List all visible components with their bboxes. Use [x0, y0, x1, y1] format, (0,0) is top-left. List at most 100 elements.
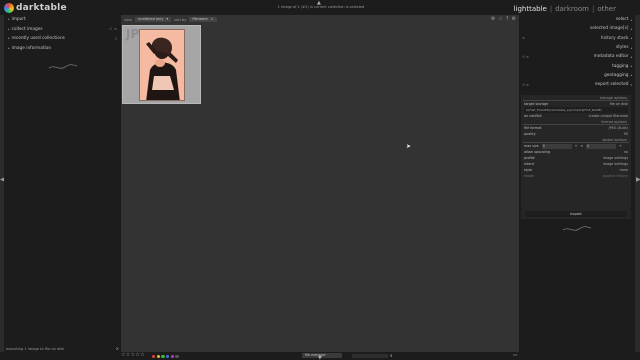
thumbnail-extension: JPG — [126, 27, 150, 41]
sort-order-icon: ↓ — [210, 17, 214, 21]
module-export-selected[interactable]: ↺ ≡ export selected ▾ — [519, 80, 635, 89]
expander-icon: ◂ — [630, 26, 632, 31]
export-button[interactable]: export — [525, 211, 627, 217]
thumbnail-image — [139, 29, 185, 101]
view-separator: | — [549, 5, 553, 13]
sort-value: filename — [192, 17, 208, 21]
view-switcher: lighttable | darkroom | other — [514, 5, 616, 13]
row-label: allow upscaling — [524, 150, 551, 154]
panel-end-ornament-icon — [562, 226, 592, 231]
yellow-label-icon[interactable] — [156, 354, 160, 358]
darktable-logo-icon — [4, 3, 14, 13]
red-label-icon[interactable] — [152, 354, 156, 358]
presets-icon[interactable]: ≡ — [114, 27, 117, 31]
module-collect-images[interactable]: ▸ collect images ↺ ≡ — [4, 25, 121, 35]
expander-icon: ◂ — [630, 73, 632, 78]
app-logo: darktable — [4, 3, 67, 13]
module-label: history stack — [600, 35, 629, 41]
max-size-row: max size 0 + × 0 + — [521, 143, 631, 149]
dropdown-icon: ▾ — [166, 17, 169, 21]
status-bar: exporting 1 image to file on disk × — [6, 346, 119, 351]
row-value: image settings — [602, 156, 628, 160]
module-styles[interactable]: styles ◂ — [519, 43, 635, 52]
collapse-bottom-arrow-icon[interactable]: ▼ — [318, 355, 322, 360]
expander-icon: ◂ — [630, 54, 632, 59]
row-label: intent — [524, 162, 534, 166]
module-label: export selected — [595, 82, 629, 88]
left-panel: ▸ import ▸ collect images ↺ ≡ ▸ recently use… — [4, 15, 121, 352]
module-label: geotagging — [604, 72, 629, 78]
reset-icon[interactable]: ↺ — [114, 37, 117, 41]
row-label: profile — [524, 156, 535, 160]
max-width-input[interactable]: 0 — [541, 143, 572, 149]
row-value: image settings — [602, 162, 628, 166]
view-darkroom[interactable]: darkroom — [555, 5, 589, 13]
reset-icon[interactable]: ↺ ≡ — [522, 55, 529, 59]
module-tagging[interactable]: tagging ◂ — [519, 61, 635, 70]
row-value: file on disk — [609, 102, 628, 106]
sort-combo[interactable]: filename ↓ — [189, 17, 217, 22]
row-label: target storage — [524, 102, 549, 106]
mouse-pointer-icon: ➤ — [406, 143, 412, 150]
expander-icon: ◂ — [630, 17, 632, 22]
display-icon[interactable]: ▭ — [513, 353, 517, 358]
increment-icon[interactable]: + — [619, 144, 622, 148]
zoom-slider[interactable] — [352, 353, 388, 358]
module-image-information[interactable]: ▸ image information — [4, 44, 121, 54]
thumbnail[interactable]: JPG — [122, 25, 201, 104]
star-icon[interactable]: ☆ — [498, 16, 502, 22]
module-import[interactable]: ▸ import — [4, 15, 121, 25]
expander-icon: ◂ — [630, 45, 632, 50]
top-tools: ⚙ ☆ ? ⚙ — [491, 16, 516, 22]
color-label-filter — [152, 354, 179, 358]
green-label-icon[interactable] — [161, 354, 165, 358]
view-lighttable[interactable]: lighttable — [514, 5, 547, 13]
view-other[interactable]: other — [597, 5, 616, 13]
module-select[interactable]: select ◂ — [519, 15, 635, 24]
expander-icon: ▾ — [630, 82, 632, 87]
module-label: metadata editor — [593, 54, 629, 60]
module-label: collect images — [11, 26, 43, 32]
row-value: append history — [602, 174, 628, 178]
reset-icon[interactable]: ↺ — [109, 27, 112, 31]
presets-icon[interactable]: ↺ ≡ — [522, 83, 529, 87]
app-title: darktable — [16, 3, 67, 13]
collection-info: 1 image of 1 (#1) in current collection … — [277, 5, 365, 9]
module-metadata-editor[interactable]: ↺ ≡ metadata editor ◂ — [519, 52, 635, 61]
module-history-stack[interactable]: ≡ history stack ◂ — [519, 34, 635, 43]
preferences-icon[interactable]: ⚙ — [512, 16, 516, 22]
mode-combo[interactable]: mode append history — [521, 173, 631, 179]
collapse-right-arrow-icon[interactable]: ▶ — [636, 176, 640, 183]
blue-label-icon[interactable] — [166, 354, 170, 358]
times-icon: × — [580, 144, 584, 148]
row-label: file format — [524, 126, 542, 130]
grey-label-icon[interactable] — [175, 354, 179, 358]
row-label: on conflict — [524, 114, 542, 118]
module-label: select — [615, 17, 629, 23]
module-recent-collections[interactable]: ▸ recently used collections ↺ — [4, 34, 121, 44]
zoom-value[interactable]: 5 — [390, 353, 392, 358]
expander-icon: ▸ — [8, 45, 10, 50]
module-label: styles — [615, 45, 629, 51]
layout-mode-combo[interactable]: file manager — [302, 353, 342, 358]
module-label: image information — [11, 45, 52, 51]
module-label: tagging — [612, 63, 629, 69]
increment-icon[interactable]: + — [575, 144, 578, 148]
expander-icon: ▸ — [8, 36, 10, 41]
view-filter-value: unaltered only — [138, 17, 164, 21]
module-label: recently used collections — [11, 36, 65, 42]
cancel-job-icon[interactable]: × — [116, 346, 119, 351]
module-geotagging[interactable]: geotagging ◂ — [519, 71, 635, 80]
presets-icon[interactable]: ≡ — [522, 36, 525, 40]
help-icon[interactable]: ? — [506, 16, 509, 22]
purple-label-icon[interactable] — [170, 354, 174, 358]
star-rating-filter[interactable]: ☆☆☆☆☆ — [121, 352, 145, 358]
max-height-input[interactable]: 0 — [586, 143, 617, 149]
gear-icon[interactable]: ⚙ — [491, 16, 495, 22]
view-filter-combo[interactable]: unaltered only ▾ — [135, 17, 172, 22]
expander-icon: ◂ — [630, 64, 632, 69]
module-selected-images[interactable]: selected image[s] ◂ — [519, 24, 635, 33]
row-value: create unique filename — [588, 114, 628, 118]
row-label: style — [524, 168, 533, 172]
panel-end-ornament-icon — [48, 64, 77, 69]
